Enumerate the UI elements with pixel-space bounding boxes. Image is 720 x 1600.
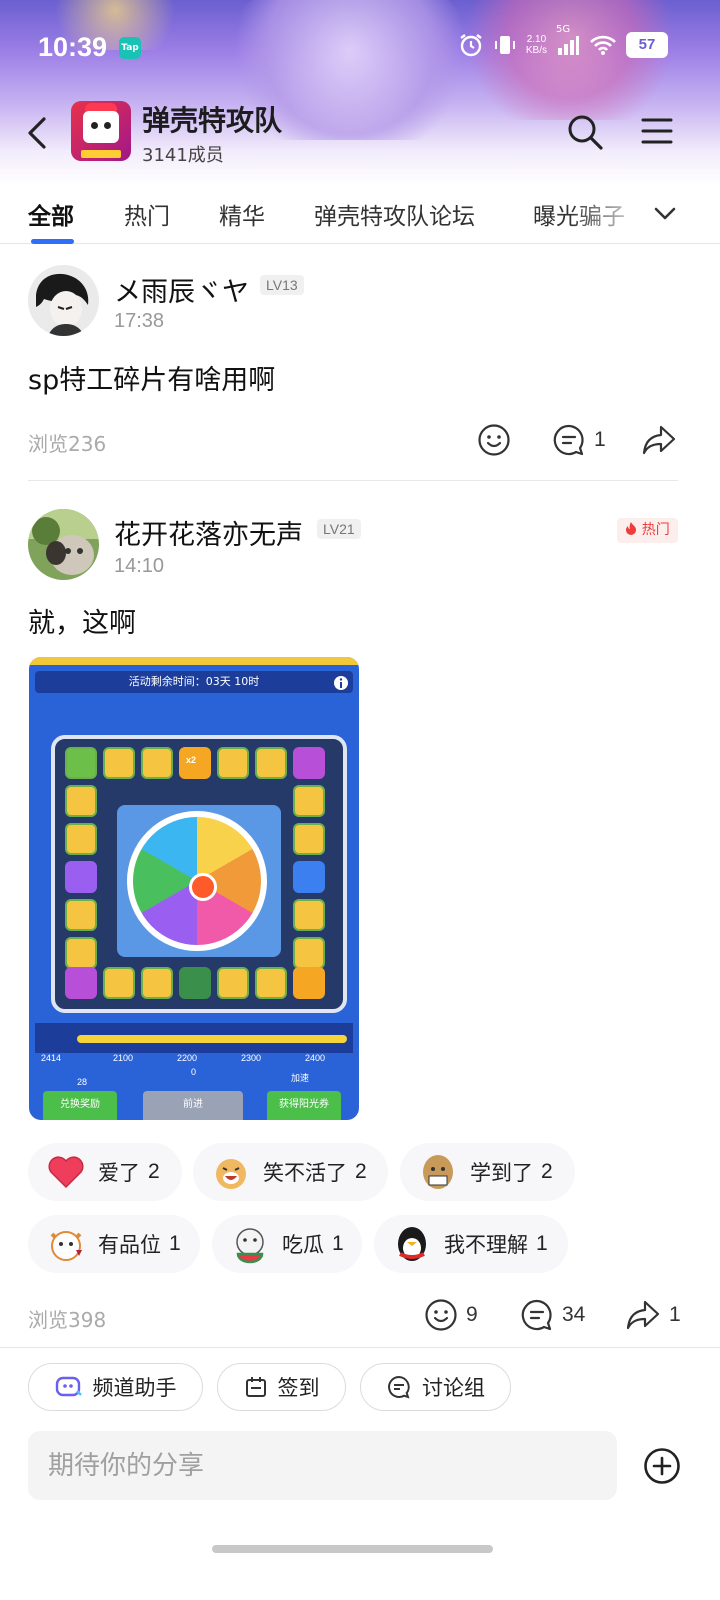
post-time: 17:38: [114, 310, 165, 332]
tab-indicator: [31, 239, 74, 244]
post-text[interactable]: sp特工碎片有啥用啊: [28, 358, 275, 397]
penguin-icon: [398, 1227, 426, 1261]
comment-icon: [521, 1299, 552, 1331]
emoji-reaction-icon[interactable]: [477, 423, 511, 457]
member-count: 3141成员: [142, 145, 224, 166]
wifi-icon: [590, 35, 616, 55]
status-time: 10:39: [38, 32, 108, 62]
status-bar: 10:39 Tap 2.10 KB/s 5G 57: [0, 20, 720, 76]
home-indicator[interactable]: [212, 1545, 493, 1553]
reaction-laugh[interactable]: 笑不活了 2: [193, 1143, 388, 1201]
comment-button[interactable]: 1: [552, 423, 606, 457]
cat-wine-icon: [50, 1231, 82, 1261]
laughing-dog-icon: [216, 1159, 246, 1189]
level-badge: LV21: [317, 519, 361, 539]
net-speed: 2.10 KB/s: [525, 34, 547, 56]
tab-forum[interactable]: 弹壳特攻队论坛: [314, 197, 475, 231]
event-timer: 活动剩余时间：03天 10时: [35, 671, 353, 693]
heart-icon: [48, 1156, 84, 1189]
info-icon: [334, 676, 348, 690]
fire-icon: [626, 522, 637, 535]
check-in-button[interactable]: 签到: [217, 1363, 346, 1411]
bot-icon: [55, 1376, 82, 1397]
comment-icon: [553, 424, 584, 456]
share-button[interactable]: 1: [625, 1298, 681, 1332]
group-name[interactable]: 弹壳特攻队: [142, 99, 282, 139]
reaction-watermelon[interactable]: 吃瓜 1: [212, 1215, 362, 1273]
potato-icon: [423, 1155, 453, 1189]
tap-notification-icon: Tap: [119, 37, 141, 59]
view-count: 浏览398: [28, 1308, 107, 1332]
tab-hot[interactable]: 热门: [124, 197, 170, 231]
like-button[interactable]: 9: [424, 1298, 478, 1332]
reaction-love[interactable]: 爱了 2: [28, 1143, 182, 1201]
divider: [28, 480, 678, 481]
share-icon: [626, 1300, 660, 1330]
menu-icon[interactable]: [640, 115, 674, 147]
back-icon[interactable]: [22, 113, 54, 153]
group-avatar[interactable]: [71, 101, 131, 161]
comment-count: 34: [562, 1303, 586, 1326]
game-board: x2: [51, 735, 347, 1013]
chevron-down-icon[interactable]: [650, 199, 680, 229]
share-input[interactable]: [28, 1431, 608, 1500]
share-count: 1: [669, 1303, 681, 1326]
emoji-reaction-icon: [425, 1299, 457, 1331]
channel-tabs: 全部 热门 精华 弹壳特攻队论坛 曝光骗子: [0, 185, 720, 244]
share-icon[interactable]: [641, 423, 677, 457]
battery-indicator: 57: [626, 32, 668, 58]
discussion-group-button[interactable]: 讨论组: [360, 1363, 511, 1411]
tab-featured[interactable]: 精华: [219, 197, 265, 231]
author-name[interactable]: 花开花落亦无声: [114, 513, 303, 552]
divider: [0, 1347, 720, 1348]
vibrate-icon: [494, 36, 515, 54]
group-header: 弹壳特攻队 3141成员: [0, 95, 720, 170]
add-icon[interactable]: [643, 1447, 681, 1485]
tab-all[interactable]: 全部: [28, 197, 74, 231]
reaction-learned[interactable]: 学到了 2: [400, 1143, 575, 1201]
post-time: 14:10: [114, 555, 165, 577]
hamster-melon-icon: [236, 1228, 264, 1264]
like-count: 9: [466, 1303, 478, 1326]
cellular-signal-icon: 5G: [556, 24, 580, 56]
search-icon[interactable]: [566, 113, 604, 151]
alarm-icon: [460, 34, 482, 57]
chat-icon: [388, 1375, 410, 1399]
avatar[interactable]: [28, 509, 99, 580]
channel-assistant-button[interactable]: 频道助手: [28, 1363, 203, 1411]
calendar-icon: [245, 1377, 266, 1397]
view-count: 浏览236: [28, 432, 107, 456]
comment-button[interactable]: 34: [520, 1298, 585, 1332]
reaction-confused[interactable]: 我不理解 1: [374, 1215, 568, 1273]
status-icons: 2.10 KB/s 5G 57: [458, 24, 668, 58]
prize-wheel: [127, 811, 267, 951]
hot-badge: 热门: [617, 518, 678, 543]
level-badge: LV13: [260, 275, 304, 295]
avatar[interactable]: [28, 265, 99, 336]
author-name[interactable]: メ雨辰ヾヤ: [114, 270, 249, 309]
post-text[interactable]: 就，这啊: [28, 601, 136, 640]
post-composer[interactable]: [28, 1431, 617, 1500]
comment-count: 1: [594, 428, 606, 451]
reaction-taste[interactable]: 有品位 1: [28, 1215, 200, 1273]
post-image[interactable]: 活动剩余时间：03天 10时 x2 2414 2100 2200 2300 24…: [29, 657, 359, 1120]
